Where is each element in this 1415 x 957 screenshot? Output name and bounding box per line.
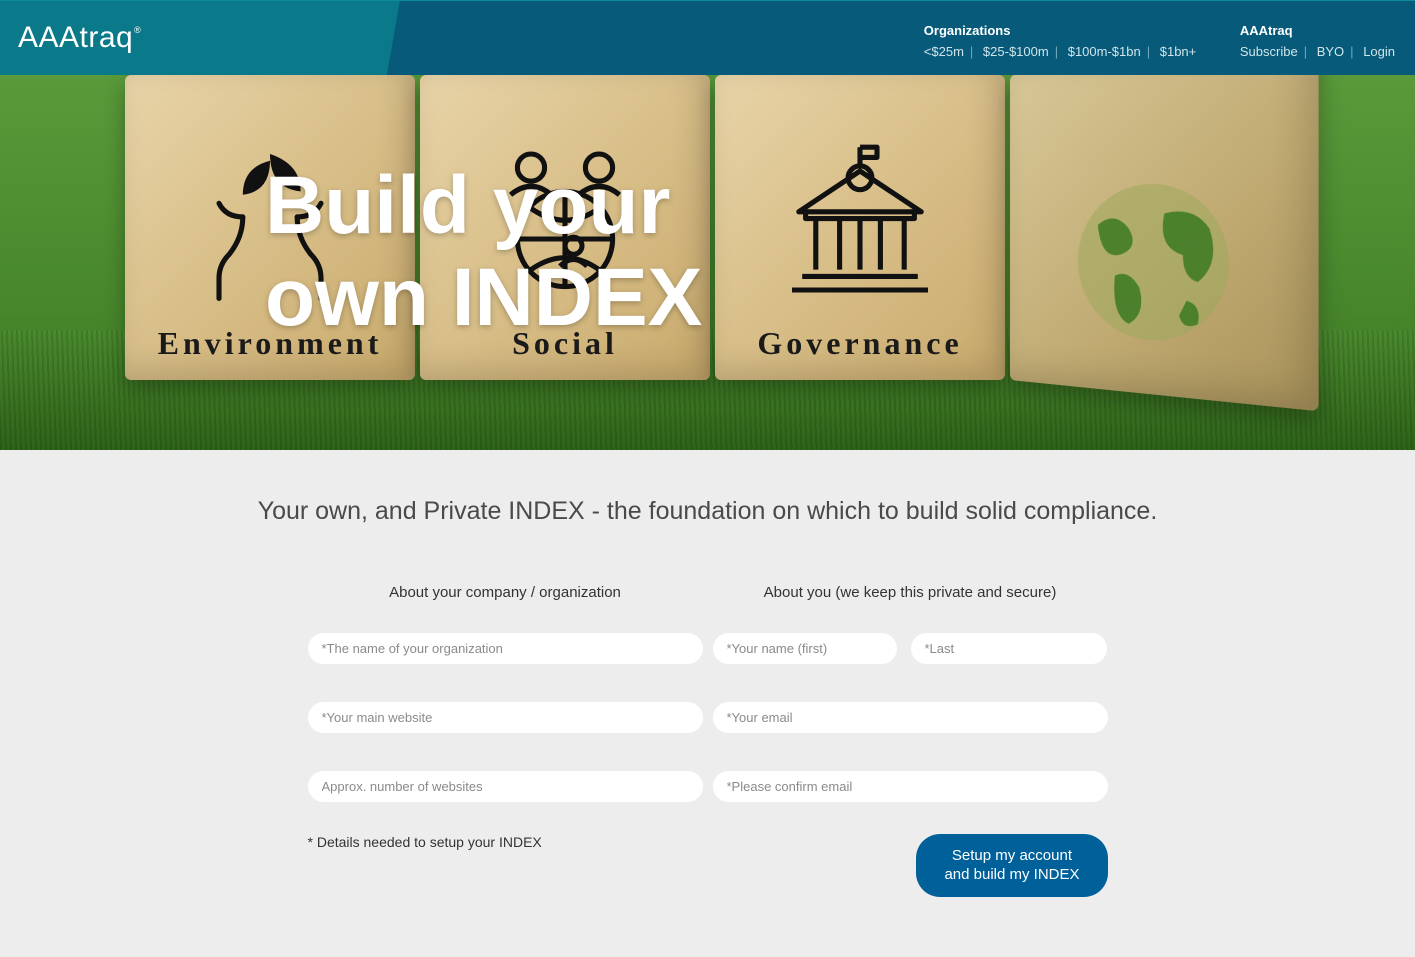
nav-group-aaatraq: AAAtraq Subscribe | BYO | Login <box>1240 23 1395 59</box>
hero-block-governance: Governance <box>715 75 1005 380</box>
nav-heading-aaatraq: AAAtraq <box>1240 23 1395 38</box>
hero-title: Build your own INDEX <box>265 160 702 344</box>
form-column-you: About you (we keep this private and secu… <box>713 584 1108 840</box>
nav-links-organizations: <$25m | $25-$100m | $100m-$1bn | $1bn+ <box>924 44 1196 59</box>
nav-link-over-1bn[interactable]: $1bn+ <box>1160 44 1197 59</box>
nav-link-25-100m[interactable]: $25-$100m <box>983 44 1049 59</box>
hero: ESG Environment <box>0 75 1415 450</box>
nav-links-aaatraq: Subscribe | BYO | Login <box>1240 44 1395 59</box>
gov-building-icon <box>775 137 945 307</box>
nav-link-under-25m[interactable]: <$25m <box>924 44 964 59</box>
last-name-input[interactable] <box>911 633 1108 664</box>
nav-sep: | <box>1147 44 1150 59</box>
email-input[interactable] <box>713 702 1108 733</box>
brand-text: AAAtraq <box>18 21 133 54</box>
required-note: * Details needed to setup your INDEX <box>308 834 542 850</box>
registered-mark: ® <box>134 25 141 35</box>
cta-line1: Setup my account <box>944 846 1079 866</box>
org-name-input[interactable] <box>308 633 703 664</box>
form-heading-company: About your company / organization <box>308 584 703 601</box>
brand-logo[interactable]: AAAtraq® <box>18 21 133 55</box>
setup-account-button[interactable]: Setup my account and build my INDEX <box>916 834 1107 897</box>
form-footer: * Details needed to setup your INDEX Set… <box>308 834 1108 897</box>
hero-title-line2: own INDEX <box>265 252 702 343</box>
hero-title-line1: Build your <box>265 160 670 251</box>
website-input[interactable] <box>308 702 703 733</box>
main-content: Your own, and Private INDEX - the founda… <box>0 450 1415 957</box>
nav-link-subscribe[interactable]: Subscribe <box>1240 44 1298 59</box>
signup-form: About your company / organization About … <box>308 584 1108 840</box>
nav-sep: | <box>1055 44 1058 59</box>
name-row <box>713 633 1108 702</box>
top-nav: Organizations <$25m | $25-$100m | $100m-$1… <box>924 23 1395 59</box>
site-header: AAAtraq® Organizations <$25m| $25-$100m|… <box>0 0 1415 75</box>
nav-sep: | <box>970 44 973 59</box>
lead-text: Your own, and Private INDEX - the founda… <box>258 495 1158 529</box>
nav-sep: | <box>1304 44 1307 59</box>
hero-block-label: Governance <box>757 325 962 362</box>
first-name-input[interactable] <box>713 633 897 664</box>
nav-sep: | <box>1350 44 1353 59</box>
nav-heading-organizations: Organizations <box>924 23 1196 38</box>
nav-link-byo[interactable]: BYO <box>1317 44 1344 59</box>
globe-icon <box>1065 166 1245 363</box>
nav-link-login[interactable]: Login <box>1363 44 1395 59</box>
cta-line2: and build my INDEX <box>944 865 1079 885</box>
nav-group-organizations: Organizations <$25m | $25-$100m | $100m-$1… <box>924 23 1196 59</box>
nav-link-100m-1bn[interactable]: $100m-$1bn <box>1068 44 1141 59</box>
hero-block-globe <box>1010 75 1319 411</box>
website-count-input[interactable] <box>308 771 703 802</box>
confirm-email-input[interactable] <box>713 771 1108 802</box>
form-heading-you: About you (we keep this private and secu… <box>713 584 1108 601</box>
form-column-company: About your company / organization <box>308 584 703 840</box>
